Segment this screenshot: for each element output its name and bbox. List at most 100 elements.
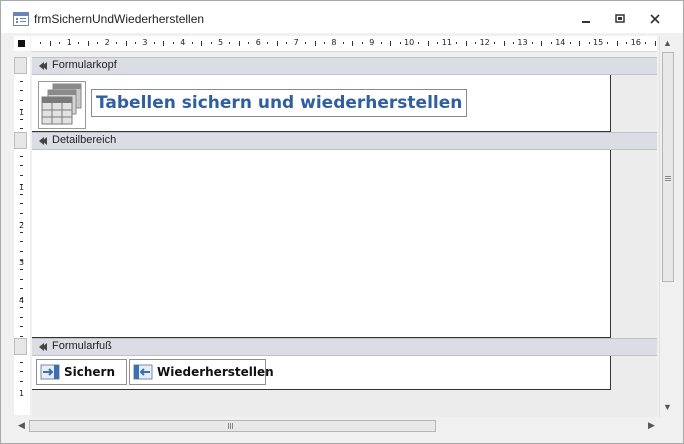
horizontal-scroll-thumb[interactable]: [29, 420, 436, 432]
ruler-tick: [626, 42, 628, 44]
collapse-icon: [39, 343, 47, 351]
vertical-scrollbar[interactable]: ▲ ▼: [659, 36, 675, 417]
vertical-scroll-thumb[interactable]: [662, 52, 674, 282]
ruler-tick: [20, 362, 23, 363]
ruler-tick: [20, 174, 23, 176]
ruler-number: 8: [331, 38, 337, 47]
section-selector-formularfuss[interactable]: [14, 338, 27, 355]
ruler-number: 10: [404, 38, 415, 47]
ruler-tick: [616, 41, 618, 46]
ruler-number: 5: [218, 38, 224, 47]
section-bar-detailbereich[interactable]: Detailbereich: [32, 132, 657, 150]
export-arrow-icon: [133, 364, 153, 380]
ruler-tick: [531, 42, 533, 44]
section-formularkopf[interactable]: Tabellen sichern und wiederherstellen: [32, 75, 611, 132]
ruler-tick: [238, 41, 240, 46]
ruler-tick: [191, 42, 193, 44]
ruler-tick: [20, 193, 23, 195]
ruler-number: 1: [19, 182, 25, 192]
ruler-tick: [645, 42, 647, 44]
ruler-tick: [87, 41, 89, 46]
tables-icon[interactable]: [38, 81, 86, 129]
minimize-button[interactable]: [571, 9, 601, 29]
section-selector-detailbereich[interactable]: [14, 132, 27, 149]
ruler-tick: [456, 42, 458, 44]
title-bar[interactable]: frmSichernUndWiederherstellen: [1, 1, 683, 33]
form-icon: [13, 12, 29, 26]
ruler-tick: [20, 99, 23, 101]
ruler-tick: [342, 42, 344, 44]
ruler-tick: [20, 371, 23, 373]
import-arrow-icon: [40, 364, 60, 380]
ruler-tick: [361, 42, 363, 44]
ruler-tick: [163, 41, 165, 46]
vertical-ruler[interactable]: 1 1 2 3 4 1: [14, 57, 30, 415]
ruler-tick: [607, 42, 609, 44]
ruler-tick: [20, 278, 23, 280]
ruler-tick: [20, 269, 23, 271]
ruler-tick: [20, 380, 23, 382]
section-selector-formularkopf[interactable]: [14, 57, 27, 74]
ruler-tick: [210, 42, 212, 44]
ruler-tick: [437, 42, 439, 44]
ruler-number: 1: [66, 38, 72, 47]
ruler-tick: [654, 41, 656, 46]
ruler-number: 6: [255, 38, 261, 47]
scroll-right-icon[interactable]: ▶: [644, 418, 659, 433]
ruler-tick: [512, 42, 514, 44]
horizontal-ruler[interactable]: 1 2 3 4 5 6 7 8 9 10 11 12 13 14 15 16: [31, 36, 657, 52]
ruler-tick: [20, 165, 23, 167]
ruler-tick: [229, 42, 231, 44]
ruler-number: 3: [19, 258, 25, 268]
ruler-number: 16: [630, 38, 641, 47]
ruler-tick: [20, 118, 23, 120]
ruler-tick: [134, 42, 136, 44]
form-design-window: frmSichernUndWiederherstellen 1234567891…: [0, 0, 684, 444]
ruler-tick: [59, 42, 61, 44]
scroll-left-icon[interactable]: ◀: [14, 418, 29, 433]
close-button[interactable]: [640, 9, 670, 29]
ruler-tick: [475, 42, 477, 44]
collapse-icon: [39, 62, 47, 70]
ruler-tick: [427, 41, 429, 46]
ruler-tick: [78, 42, 80, 44]
restore-button[interactable]: Wiederherstellen: [129, 359, 274, 385]
ruler-tick: [314, 41, 316, 46]
ruler-number: 2: [104, 38, 110, 47]
form-design-surface: Formularkopf Tabellen sichern und wieder…: [32, 57, 657, 417]
ruler-tick: [588, 42, 590, 44]
ruler-tick: [550, 42, 552, 44]
section-formularfuss[interactable]: Sichern Wiederherstellen: [32, 356, 611, 390]
ruler-tick: [153, 42, 155, 44]
ruler-number: 1: [19, 107, 25, 117]
ruler-tick: [40, 42, 42, 44]
page-title[interactable]: Tabellen sichern und wiederherstellen: [91, 89, 468, 117]
section-bar-formularkopf[interactable]: Formularkopf: [32, 57, 657, 75]
window-title: frmSichernUndWiederherstellen: [34, 12, 205, 26]
ruler-tick: [248, 42, 250, 44]
ruler-number: 4: [19, 296, 25, 306]
ruler-tick: [20, 288, 23, 290]
collapse-icon: [39, 137, 47, 145]
save-button[interactable]: Sichern: [36, 359, 127, 385]
ruler-tick: [20, 241, 23, 243]
scroll-up-icon[interactable]: ▲: [660, 36, 675, 51]
form-selector[interactable]: [14, 36, 30, 51]
ruler-number: 2: [19, 220, 25, 230]
horizontal-scrollbar[interactable]: ◀ ▶: [14, 418, 659, 433]
section-detailbereich[interactable]: [32, 150, 611, 338]
ruler-tick: [465, 41, 467, 46]
ruler-number: 12: [479, 38, 490, 47]
ruler-tick: [97, 42, 99, 44]
ruler-number: 15: [593, 38, 604, 47]
ruler-tick: [276, 41, 278, 46]
restore-button[interactable]: [605, 9, 635, 29]
ruler-tick: [201, 41, 203, 46]
scroll-down-icon[interactable]: ▼: [660, 400, 675, 415]
ruler-tick: [305, 42, 307, 44]
ruler-number: 7: [293, 38, 299, 47]
ruler-tick: [569, 42, 571, 44]
ruler-tick: [352, 41, 354, 46]
section-bar-formularfuss[interactable]: Formularfuß: [32, 338, 657, 356]
ruler-tick: [125, 41, 127, 46]
